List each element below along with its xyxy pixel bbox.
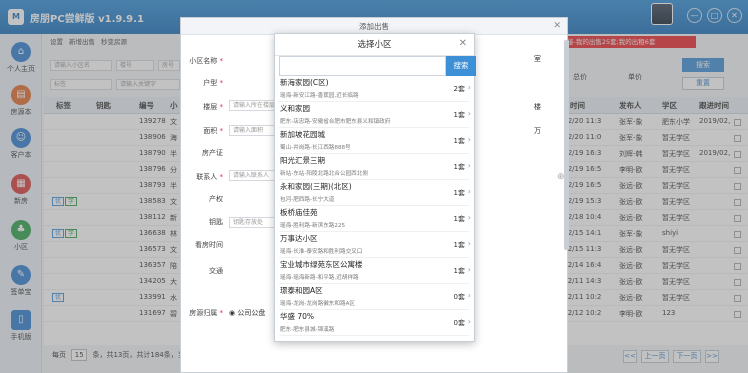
community-list-item[interactable]: 板桥庙佳苑瑶海-胜利路-新滨东路225 1套 ›: [279, 206, 471, 232]
area-unit: 万: [534, 127, 541, 135]
community-search-input[interactable]: [279, 56, 446, 76]
community-address: 肥东-店忠路-安徽省合肥市肥东县义和镇政府: [280, 119, 391, 125]
chevron-right-icon: ›: [467, 317, 471, 326]
community-address: 包河-肥西路-长宁大道: [280, 197, 335, 203]
community-address: 瑶海-龙岗-龙岗路徽东和路A区: [280, 301, 355, 307]
community-address: 肥东-肥东县城-锦溪路: [280, 327, 335, 333]
required-mark: *: [217, 173, 223, 181]
form-label: 房源归属 *: [183, 308, 223, 318]
area-input[interactable]: 请输入面积: [229, 125, 275, 136]
community-name: 阳光汇景三期: [280, 156, 325, 165]
community-name: 义和家园: [280, 104, 310, 113]
community-address: 新站-东站-阳陵北路北合公园西北侧: [280, 171, 368, 177]
close-icon[interactable]: ✕: [553, 21, 561, 31]
chevron-right-icon: ›: [467, 135, 471, 144]
chevron-right-icon: ›: [467, 187, 471, 196]
owner-option[interactable]: ◉ 公司公盘: [229, 308, 265, 318]
form-label: 产权: [183, 194, 223, 204]
required-mark: *: [217, 309, 223, 317]
community-list-item[interactable]: 新加坡花园城蜀山-井岗路-长江西路888号 1套 ›: [279, 128, 471, 154]
community-address: 瑶海-瑶海新路-和平路,近胡祥路: [280, 275, 359, 281]
form-label-text: 房产证: [202, 149, 223, 157]
chevron-right-icon: ›: [467, 291, 471, 300]
close-icon[interactable]: ✕: [459, 38, 467, 49]
add-contact-icon[interactable]: ⊕: [557, 172, 565, 182]
form-label: 看房时间: [183, 240, 223, 250]
community-list-item[interactable]: 万事达小区瑶海-长淮-泰安路和胜利路交叉口 1套 ›: [279, 232, 471, 258]
community-name: 板桥庙佳苑: [280, 208, 318, 217]
select-community-dialog: 选择小区 ✕ 搜索 新海家园(C区) 瑶海-新安江路-香蕉园,近长临路 2套 › 义和家…: [274, 33, 476, 342]
community-address: 蜀山-井岗路-长江西路888号: [280, 145, 351, 151]
community-count: 1套: [453, 241, 465, 249]
chevron-right-icon: ›: [467, 265, 471, 274]
community-count: 1套: [453, 137, 465, 145]
form-label: 交通: [183, 266, 223, 276]
community-list-item[interactable]: 宝业城市绿苑东区公寓楼 瑶海-瑶海新路-和平路,近胡祥路 1套 ›: [279, 258, 471, 284]
required-mark: *: [217, 127, 223, 135]
community-count: 1套: [453, 215, 465, 223]
form-label-text: 小区名称: [189, 57, 218, 65]
community-count: 1套: [453, 111, 465, 119]
form-label: 房产证: [183, 148, 223, 158]
floor-unit: 楼: [534, 103, 541, 111]
community-count: 0套: [453, 319, 465, 327]
select-community-title: 选择小区: [275, 34, 474, 56]
community-name: 宝业城市绿苑东区公寓楼: [280, 260, 363, 269]
community-name: 新海家园(C区): [280, 78, 329, 87]
community-list-item[interactable]: 华盛 70% 肥东-肥东县城-锦溪路 0套 ›: [279, 310, 471, 336]
form-label: 面积 *: [183, 126, 223, 136]
community-list-item[interactable]: 新海家园(C区) 瑶海-新安江路-香蕉园,近长临路 2套 ›: [279, 76, 471, 102]
form-label: 联系人 *: [183, 172, 223, 182]
community-list-item[interactable]: 阳光汇景三期新站-东站-阳陵北路北合公园西北侧 1套 ›: [279, 154, 471, 180]
form-label-text: 看房时间: [195, 241, 223, 249]
community-name: 永和家园(三期)(北区): [280, 182, 352, 191]
community-list-item[interactable]: 璟泰和园A区瑶海-龙岗-龙岗路徽东和路A区 0套 ›: [279, 284, 471, 310]
form-label-text: 产权: [209, 195, 223, 203]
key-location-input[interactable]: 钥匙存放处: [229, 217, 275, 228]
form-label: 钥匙: [183, 217, 223, 227]
contact-input[interactable]: 请输入联系人: [229, 170, 275, 181]
chevron-right-icon: ›: [467, 239, 471, 248]
form-label-text: 户型: [203, 79, 218, 87]
community-count: 1套: [453, 267, 465, 275]
community-address: 瑶海-新安江路-香蕉园,近长临路: [280, 93, 359, 99]
community-name: 万事达小区: [280, 234, 318, 243]
required-mark: *: [217, 57, 223, 65]
community-address: 瑶海-长淮-泰安路和胜利路交叉口: [280, 249, 363, 255]
community-name: 新加坡花园城: [280, 130, 325, 139]
form-label-text: 钥匙: [209, 218, 223, 226]
form-label-text: 楼层: [203, 103, 218, 111]
community-list-item[interactable]: 永和家园(三期)(北区) 包河-肥西路-长宁大道 1套 ›: [279, 180, 471, 206]
dialog-scrollbar[interactable]: [564, 40, 569, 250]
community-count: 1套: [453, 163, 465, 171]
form-label: 户型 *: [183, 78, 223, 88]
community-list-item[interactable]: 义和家园肥东-店忠路-安徽省合肥市肥东县义和镇政府 1套 ›: [279, 102, 471, 128]
required-mark: *: [217, 79, 223, 87]
chevron-right-icon: ›: [467, 83, 471, 92]
required-mark: *: [217, 103, 223, 111]
community-count: 2套: [453, 85, 465, 93]
community-search-button[interactable]: 搜索: [446, 56, 476, 76]
form-label: 小区名称 *: [183, 56, 223, 66]
chevron-right-icon: ›: [467, 213, 471, 222]
chevron-right-icon: ›: [467, 161, 471, 170]
community-name: 华盛 70%: [280, 312, 315, 321]
community-name: 璟泰和园A区: [280, 286, 323, 295]
form-label-text: 面积: [203, 127, 218, 135]
community-count: 1套: [453, 189, 465, 197]
room-unit: 室: [534, 55, 541, 63]
community-count: 0套: [453, 293, 465, 301]
form-label-text: 交通: [209, 267, 223, 275]
chevron-right-icon: ›: [467, 109, 471, 118]
form-label-text: 联系人: [196, 173, 218, 181]
form-label: 楼层 *: [183, 102, 223, 112]
form-label-text: 房源归属: [189, 309, 218, 317]
floor-input[interactable]: 请输入所在楼层: [229, 100, 275, 111]
community-address: 瑶海-胜利路-新滨东路225: [280, 223, 346, 229]
